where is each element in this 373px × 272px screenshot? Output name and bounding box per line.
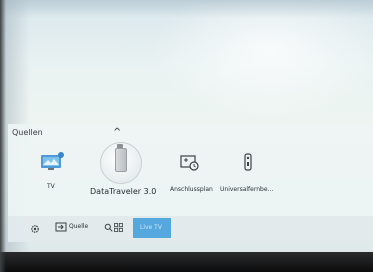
chevron-up-icon[interactable]: ^	[113, 127, 121, 138]
source-label-connection-guide: Anschlussplan	[170, 186, 213, 193]
screen-shadow-top	[0, 0, 373, 18]
live-tv-label: Live TV	[140, 224, 162, 231]
tv-bezel-bottom	[0, 252, 373, 272]
source-label-usb: DataTraveler 3.0	[90, 187, 157, 196]
usb-drive-icon	[115, 148, 127, 172]
gear-icon[interactable]	[30, 224, 40, 234]
remote-icon[interactable]	[243, 153, 253, 171]
apps-icon[interactable]	[114, 223, 123, 232]
source-button-label[interactable]: Quelle	[69, 223, 88, 230]
source-label-tv: TV	[47, 183, 55, 190]
tv-icon[interactable]	[40, 151, 66, 171]
screen-glare	[150, 0, 373, 120]
connection-guide-icon[interactable]	[180, 155, 200, 171]
search-icon[interactable]	[104, 223, 113, 232]
sources-panel-title: Quellen	[12, 128, 43, 137]
tv-bezel-left	[0, 0, 6, 272]
source-label-universal-remote: Universalfernbe...	[220, 186, 274, 193]
source-icon[interactable]	[55, 222, 67, 232]
